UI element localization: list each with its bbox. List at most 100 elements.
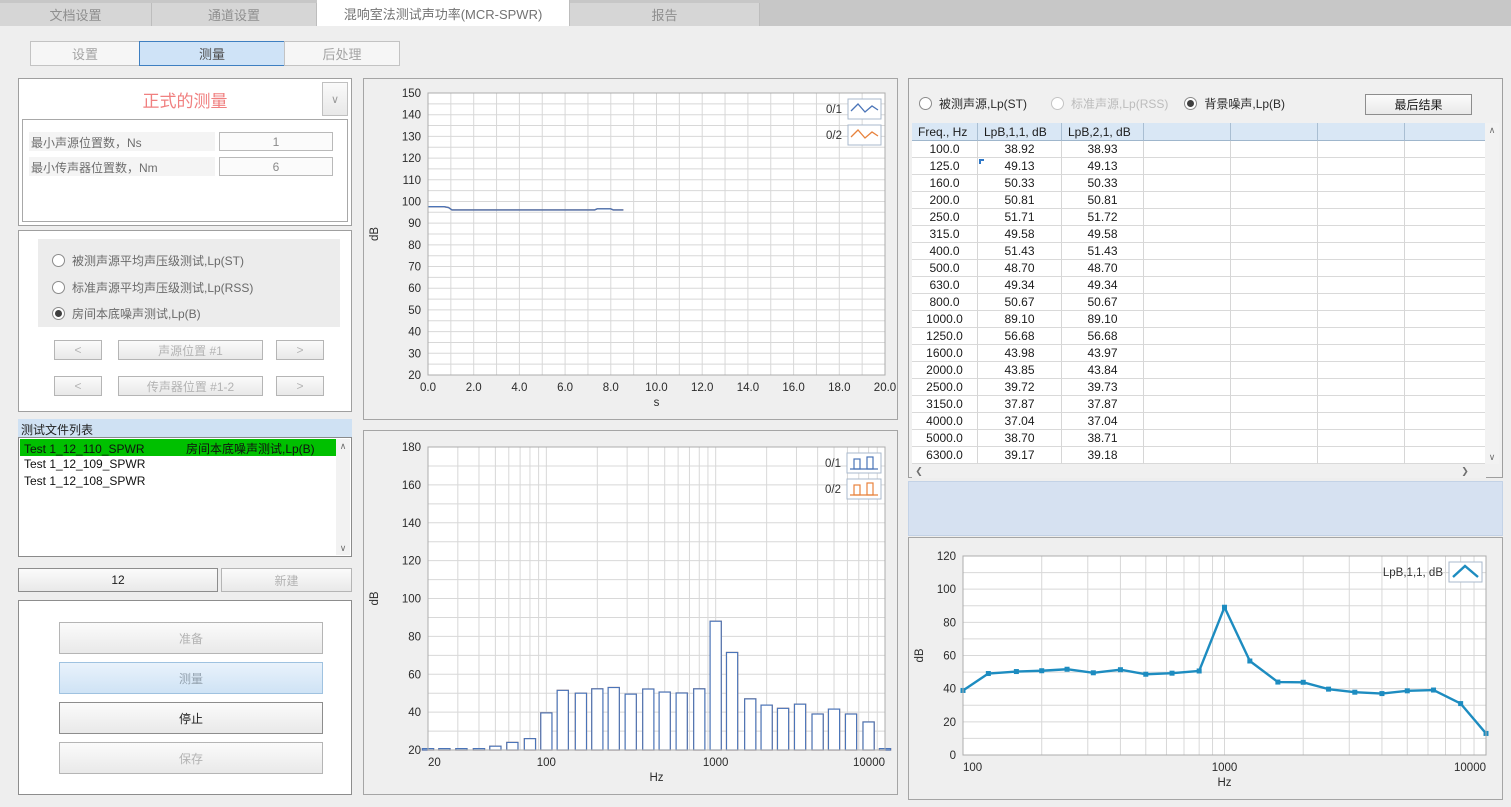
column-header[interactable] (1144, 123, 1231, 141)
table-cell[interactable] (1144, 345, 1231, 362)
table-cell[interactable] (1318, 175, 1405, 192)
table-cell[interactable] (1318, 294, 1405, 311)
table-cell[interactable]: 43.98 (978, 345, 1062, 362)
save-button[interactable]: 保存 (59, 742, 323, 774)
final-result-button[interactable]: 最后结果 (1365, 94, 1472, 115)
new-file-button[interactable]: 新建 (221, 568, 352, 592)
table-row[interactable]: 160.050.3350.33 (912, 175, 1490, 192)
table-cell[interactable]: 1250.0 (912, 328, 978, 345)
table-cell[interactable] (1405, 430, 1490, 447)
table-cell[interactable] (1144, 192, 1231, 209)
min-source-positions-field[interactable]: 1 (219, 132, 333, 151)
table-cell[interactable]: 50.67 (1062, 294, 1144, 311)
table-cell[interactable] (1318, 311, 1405, 328)
chevron-down-icon[interactable]: ∨ (322, 82, 348, 116)
table-cell[interactable]: 39.17 (978, 447, 1062, 464)
table-cell[interactable] (1405, 413, 1490, 430)
table-cell[interactable]: 2500.0 (912, 379, 978, 396)
table-cell[interactable] (1318, 345, 1405, 362)
table-cell[interactable] (1405, 311, 1490, 328)
table-cell[interactable]: 800.0 (912, 294, 978, 311)
subtab-postprocess[interactable]: 后处理 (284, 41, 400, 66)
table-cell[interactable]: 160.0 (912, 175, 978, 192)
table-cell[interactable]: 630.0 (912, 277, 978, 294)
table-cell[interactable]: 50.81 (1062, 192, 1144, 209)
table-cell[interactable] (1318, 209, 1405, 226)
table-row[interactable]: 630.049.3449.34 (912, 277, 1490, 294)
table-cell[interactable]: 51.43 (978, 243, 1062, 260)
table-cell[interactable] (1405, 175, 1490, 192)
table-cell[interactable] (1405, 447, 1490, 464)
table-cell[interactable] (1144, 447, 1231, 464)
option-lp-st[interactable]: 被测声源平均声压级测试,Lp(ST) (52, 252, 244, 269)
table-cell[interactable] (1231, 311, 1318, 328)
table-cell[interactable]: 50.33 (1062, 175, 1144, 192)
table-cell[interactable]: 39.73 (1062, 379, 1144, 396)
table-cell[interactable] (1144, 158, 1231, 175)
table-cell[interactable] (1405, 294, 1490, 311)
table-row[interactable]: 800.050.6750.67 (912, 294, 1490, 311)
table-cell[interactable]: 38.93 (1062, 141, 1144, 158)
table-cell[interactable]: 1600.0 (912, 345, 978, 362)
table-cell[interactable] (1405, 260, 1490, 277)
table-row[interactable]: 400.051.4351.43 (912, 243, 1490, 260)
mic-position-prev-button[interactable]: < (54, 376, 102, 396)
column-header[interactable]: Freq., Hz (912, 123, 978, 141)
result-table[interactable]: Freq., HzLpB,1,1, dBLpB,2,1, dB100.038.9… (912, 123, 1490, 464)
table-row[interactable]: 1000.089.1089.10 (912, 311, 1490, 328)
table-cell[interactable] (1231, 345, 1318, 362)
table-cell[interactable] (1405, 158, 1490, 175)
table-cell[interactable] (1144, 362, 1231, 379)
prepare-button[interactable]: 准备 (59, 622, 323, 654)
file-list-item[interactable]: Test 1_12_110_SPWR房间本底噪声测试,Lp(B) (20, 439, 336, 456)
result-radio-lp-b[interactable] (1184, 97, 1197, 110)
source-position-button[interactable]: 声源位置 #1 (118, 340, 263, 360)
table-cell[interactable] (1318, 362, 1405, 379)
table-cell[interactable] (1144, 430, 1231, 447)
table-cell[interactable]: 37.04 (1062, 413, 1144, 430)
scroll-up-icon[interactable]: ∧ (1485, 123, 1499, 137)
table-row[interactable]: 1600.043.9843.97 (912, 345, 1490, 362)
table-cell[interactable] (1231, 158, 1318, 175)
table-cell[interactable] (1405, 379, 1490, 396)
table-cell[interactable]: 2000.0 (912, 362, 978, 379)
table-row[interactable]: 100.038.9238.93 (912, 141, 1490, 158)
table-cell[interactable]: 1000.0 (912, 311, 978, 328)
table-cell[interactable] (1231, 192, 1318, 209)
scroll-down-icon[interactable]: ∨ (1485, 450, 1499, 464)
table-cell[interactable]: 49.34 (1062, 277, 1144, 294)
table-cell[interactable]: 49.13 (1062, 158, 1144, 175)
table-cell[interactable] (1318, 243, 1405, 260)
table-cell[interactable]: 49.58 (1062, 226, 1144, 243)
table-cell[interactable]: 37.87 (978, 396, 1062, 413)
table-row[interactable]: 125.049.1349.13 (912, 158, 1490, 175)
table-row[interactable]: 500.048.7048.70 (912, 260, 1490, 277)
table-cell[interactable] (1144, 396, 1231, 413)
table-cell[interactable]: 39.72 (978, 379, 1062, 396)
scroll-right-icon[interactable]: ❯ (1458, 464, 1472, 478)
option-lp-rss[interactable]: 标准声源平均声压级测试,Lp(RSS) (52, 279, 253, 296)
result-radio-lp-st[interactable] (919, 97, 932, 110)
column-header[interactable] (1405, 123, 1490, 141)
scroll-down-icon[interactable]: ∨ (336, 541, 350, 555)
table-cell[interactable]: 250.0 (912, 209, 978, 226)
table-cell[interactable] (1318, 379, 1405, 396)
table-cell[interactable]: 51.43 (1062, 243, 1144, 260)
table-cell[interactable] (1231, 243, 1318, 260)
table-cell[interactable] (1405, 226, 1490, 243)
table-cell[interactable] (1318, 447, 1405, 464)
table-cell[interactable]: 39.18 (1062, 447, 1144, 464)
column-header[interactable] (1231, 123, 1318, 141)
table-cell[interactable] (1231, 328, 1318, 345)
table-cell[interactable] (1318, 141, 1405, 158)
table-cell[interactable]: 315.0 (912, 226, 978, 243)
table-cell[interactable] (1144, 328, 1231, 345)
table-cell[interactable] (1144, 243, 1231, 260)
table-cell[interactable]: 400.0 (912, 243, 978, 260)
table-cell[interactable] (1144, 175, 1231, 192)
table-cell[interactable] (1231, 141, 1318, 158)
subtab-settings[interactable]: 设置 (30, 41, 140, 66)
table-cell[interactable] (1318, 396, 1405, 413)
table-row[interactable]: 3150.037.8737.87 (912, 396, 1490, 413)
mic-position-button[interactable]: 传声器位置 #1-2 (118, 376, 263, 396)
